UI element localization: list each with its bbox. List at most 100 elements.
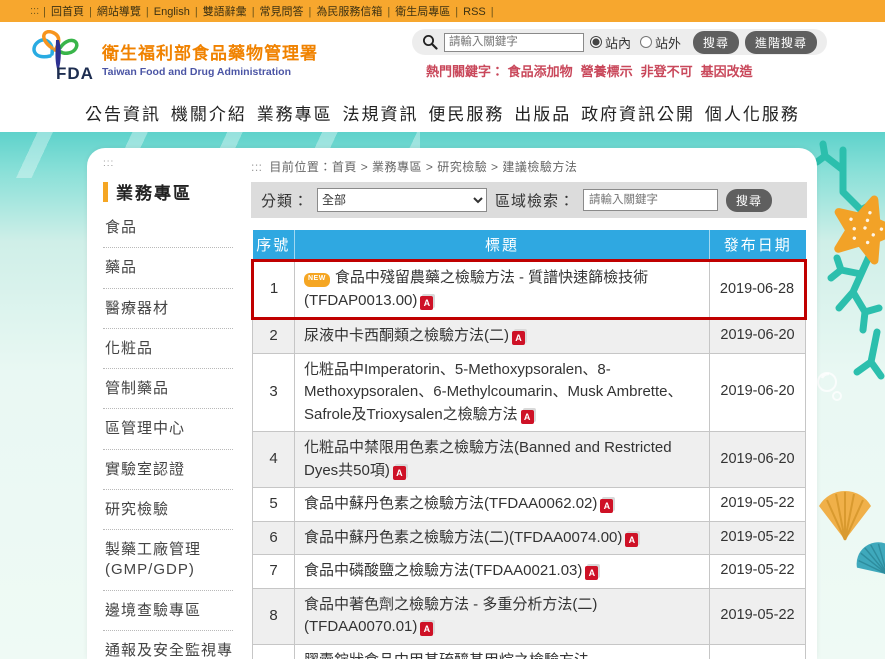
sidebar-item-管制藥品[interactable]: 管制藥品 bbox=[103, 369, 233, 409]
row-title-link[interactable]: 食品中蘇丹色素之檢驗方法(二)(TFDAA0074.00) bbox=[304, 529, 622, 546]
scope-offsite-radio[interactable] bbox=[640, 36, 652, 48]
pdf-file-icon[interactable]: A bbox=[521, 410, 534, 424]
fda-logo[interactable]: FDA 衛生福利部食品藥物管理署 Taiwan Food and Drug Ad… bbox=[28, 30, 318, 86]
row-date-cell: 2019-05-22 bbox=[710, 521, 806, 555]
fda-website-page: ::: |回首頁|網站導覽|English|雙語辭彙|常見問答|為民服務信箱|衛… bbox=[0, 0, 885, 659]
hot-keywords-label: 熱門關鍵字： bbox=[426, 64, 504, 79]
pdf-file-icon[interactable]: A bbox=[420, 296, 433, 310]
sidebar-item-食品[interactable]: 食品 bbox=[103, 208, 233, 248]
marine-decoration bbox=[813, 132, 885, 659]
topbar-separator: | bbox=[252, 6, 255, 18]
nav-item-政府資訊公開[interactable]: 政府資訊公開 bbox=[581, 100, 695, 125]
topbar-link-衛生局專區[interactable]: 衛生局專區 bbox=[395, 6, 450, 18]
row-title-cell: 食品中磷酸鹽之檢驗方法(TFDAA0021.03)A bbox=[295, 555, 710, 589]
row-number-cell: 3 bbox=[253, 353, 295, 432]
pdf-file-icon[interactable]: A bbox=[512, 331, 525, 345]
row-title-cell: 化粧品中禁限用色素之檢驗方法(Banned and Restricted Dye… bbox=[295, 432, 710, 488]
row-number-cell: 2 bbox=[253, 319, 295, 354]
new-badge-icon: NEW bbox=[304, 273, 330, 287]
topbar-link-網站導覽[interactable]: 網站導覽 bbox=[97, 6, 141, 18]
topbar-link-RSS[interactable]: RSS bbox=[463, 6, 486, 18]
category-label: 分類： bbox=[261, 190, 309, 211]
region-search-input[interactable] bbox=[583, 189, 718, 211]
sidebar-item-藥品[interactable]: 藥品 bbox=[103, 248, 233, 288]
hot-keyword-link[interactable]: 基因改造 bbox=[701, 64, 753, 79]
row-title-link[interactable]: 化粧品中Imperatorin、5-Methoxypsoralen、8-Meth… bbox=[304, 361, 682, 423]
nav-item-出版品[interactable]: 出版品 bbox=[514, 100, 571, 125]
topbar-separator: | bbox=[455, 6, 458, 18]
pdf-file-icon[interactable]: A bbox=[625, 533, 638, 547]
row-title-link[interactable]: 膠囊錠狀食品中甲基硫醯基甲烷之檢驗方法(TFDAA0075.00) bbox=[304, 652, 589, 659]
category-select[interactable]: 全部 bbox=[317, 188, 487, 212]
hot-keyword-link[interactable]: 非登不可 bbox=[641, 64, 693, 79]
hot-keyword-link[interactable]: 食品添加物 bbox=[508, 64, 573, 79]
page-background: ::: 業務專區 食品藥品醫療器材化粧品管制藥品區管理中心實驗室認證研究檢驗製藥… bbox=[0, 132, 885, 659]
sidebar-item-研究檢驗[interactable]: 研究檢驗 bbox=[103, 490, 233, 530]
agency-name-en: Taiwan Food and Drug Administration bbox=[102, 66, 318, 78]
skip-marker: ::: bbox=[251, 160, 263, 174]
table-row: 3化粧品中Imperatorin、5-Methoxypsoralen、8-Met… bbox=[253, 353, 806, 432]
nav-item-公告資訊[interactable]: 公告資訊 bbox=[85, 100, 161, 125]
row-number-cell: 7 bbox=[253, 555, 295, 589]
table-row: 8食品中著色劑之檢驗方法 - 多重分析方法(二)(TFDAA0070.01)A2… bbox=[253, 588, 806, 644]
row-title-link[interactable]: 食品中磷酸鹽之檢驗方法(TFDAA0021.03) bbox=[304, 562, 582, 579]
hot-keyword-link[interactable]: 營養標示 bbox=[581, 64, 633, 79]
row-title-link[interactable]: 食品中著色劑之檢驗方法 - 多重分析方法(二)(TFDAA0070.01) bbox=[304, 596, 597, 636]
logo-text: 衛生福利部食品藥物管理署 Taiwan Food and Drug Admini… bbox=[102, 39, 318, 78]
row-number-cell: 6 bbox=[253, 521, 295, 555]
topbar-link-為民服務信箱[interactable]: 為民服務信箱 bbox=[316, 6, 382, 18]
row-title-cell: 膠囊錠狀食品中甲基硫醯基甲烷之檢驗方法(TFDAA0075.00)A bbox=[295, 644, 710, 659]
row-title-cell: 尿液中卡西酮類之檢驗方法(二)A bbox=[295, 319, 710, 354]
table-header-row: 序號 標題 發布日期 bbox=[253, 230, 806, 261]
advanced-search-button[interactable]: 進階搜尋 bbox=[745, 31, 817, 54]
nav-item-法規資訊[interactable]: 法規資訊 bbox=[343, 100, 419, 125]
topbar-link-常見問答[interactable]: 常見問答 bbox=[260, 6, 304, 18]
pdf-file-icon[interactable]: A bbox=[600, 499, 613, 513]
hot-keywords: 熱門關鍵字： 食品添加物營養標示非登不可基因改造 bbox=[412, 61, 827, 80]
breadcrumb-path[interactable]: 首頁 > 業務專區 > 研究檢驗 > 建議檢驗方法 bbox=[332, 160, 578, 174]
nav-item-機關介紹[interactable]: 機關介紹 bbox=[171, 100, 247, 125]
sidebar-item-實驗室認證[interactable]: 實驗室認證 bbox=[103, 450, 233, 490]
pdf-file-icon[interactable]: A bbox=[585, 566, 598, 580]
sidebar-item-邊境查驗專區[interactable]: 邊境查驗專區 bbox=[103, 591, 233, 631]
row-number-cell: 5 bbox=[253, 488, 295, 522]
pdf-file-icon[interactable]: A bbox=[393, 466, 406, 480]
row-date-cell: 2019-05-22 bbox=[710, 644, 806, 659]
row-title-link[interactable]: 食品中殘留農藥之檢驗方法 - 質譜快速篩檢技術(TFDAP0013.00) bbox=[304, 269, 648, 309]
sidebar-item-醫療器材[interactable]: 醫療器材 bbox=[103, 289, 233, 329]
scope-onsite-radio[interactable] bbox=[590, 36, 602, 48]
row-title-link[interactable]: 尿液中卡西酮類之檢驗方法(二) bbox=[304, 327, 509, 344]
topbar-separator: | bbox=[146, 6, 149, 18]
nav-item-個人化服務[interactable]: 個人化服務 bbox=[705, 100, 800, 125]
topbar-link-回首頁[interactable]: 回首頁 bbox=[51, 6, 84, 18]
topbar-separator: | bbox=[89, 6, 92, 18]
sidebar-item-通報及安全監視專區[interactable]: 通報及安全監視專區 bbox=[103, 631, 233, 659]
skip-marker: ::: bbox=[30, 5, 39, 17]
topbar-separator: | bbox=[43, 6, 46, 18]
row-date-cell: 2019-05-22 bbox=[710, 555, 806, 589]
sidebar-item-製藥工廠管理(GMP/GDP)[interactable]: 製藥工廠管理(GMP/GDP) bbox=[103, 530, 233, 591]
main-navigation: 公告資訊機關介紹業務專區法規資訊便民服務出版品政府資訊公開個人化服務 bbox=[0, 93, 885, 132]
sidebar-item-化粧品[interactable]: 化粧品 bbox=[103, 329, 233, 369]
nav-item-便民服務[interactable]: 便民服務 bbox=[428, 100, 504, 125]
content-panel: ::: 業務專區 食品藥品醫療器材化粧品管制藥品區管理中心實驗室認證研究檢驗製藥… bbox=[87, 148, 817, 659]
sidebar-item-區管理中心[interactable]: 區管理中心 bbox=[103, 409, 233, 449]
search-zone: 站內 站外 搜尋 進階搜尋 熱門關鍵字： 食品添加物營養標示非登不可基因改造 bbox=[412, 29, 827, 80]
filter-search-button[interactable]: 搜尋 bbox=[726, 189, 772, 212]
main-content: ::: 目前位置：首頁 > 業務專區 > 研究檢驗 > 建議檢驗方法 分類： 全… bbox=[239, 148, 817, 659]
sidebar-menu: 食品藥品醫療器材化粧品管制藥品區管理中心實驗室認證研究檢驗製藥工廠管理(GMP/… bbox=[103, 208, 233, 659]
row-title-link[interactable]: 化粧品中禁限用色素之檢驗方法(Banned and Restricted Dye… bbox=[304, 439, 672, 479]
filter-bar: 分類： 全部 區域檢索： 搜尋 bbox=[251, 182, 807, 218]
topbar-separator: | bbox=[309, 6, 312, 18]
pdf-file-icon[interactable]: A bbox=[420, 622, 433, 636]
row-title-cell: NEW食品中殘留農藥之檢驗方法 - 質譜快速篩檢技術(TFDAP0013.00)… bbox=[295, 261, 710, 319]
search-button[interactable]: 搜尋 bbox=[693, 31, 739, 54]
nav-item-業務專區[interactable]: 業務專區 bbox=[257, 100, 333, 125]
row-title-link[interactable]: 食品中蘇丹色素之檢驗方法(TFDAA0062.02) bbox=[304, 495, 597, 512]
site-header: FDA 衛生福利部食品藥物管理署 Taiwan Food and Drug Ad… bbox=[0, 22, 885, 93]
topbar-link-English[interactable]: English bbox=[154, 6, 190, 18]
sidebar-title[interactable]: 業務專區 bbox=[103, 179, 233, 204]
sidebar: ::: 業務專區 食品藥品醫療器材化粧品管制藥品區管理中心實驗室認證研究檢驗製藥… bbox=[87, 148, 239, 659]
topbar-link-雙語辭彙[interactable]: 雙語辭彙 bbox=[203, 6, 247, 18]
site-search-input[interactable] bbox=[444, 33, 584, 52]
